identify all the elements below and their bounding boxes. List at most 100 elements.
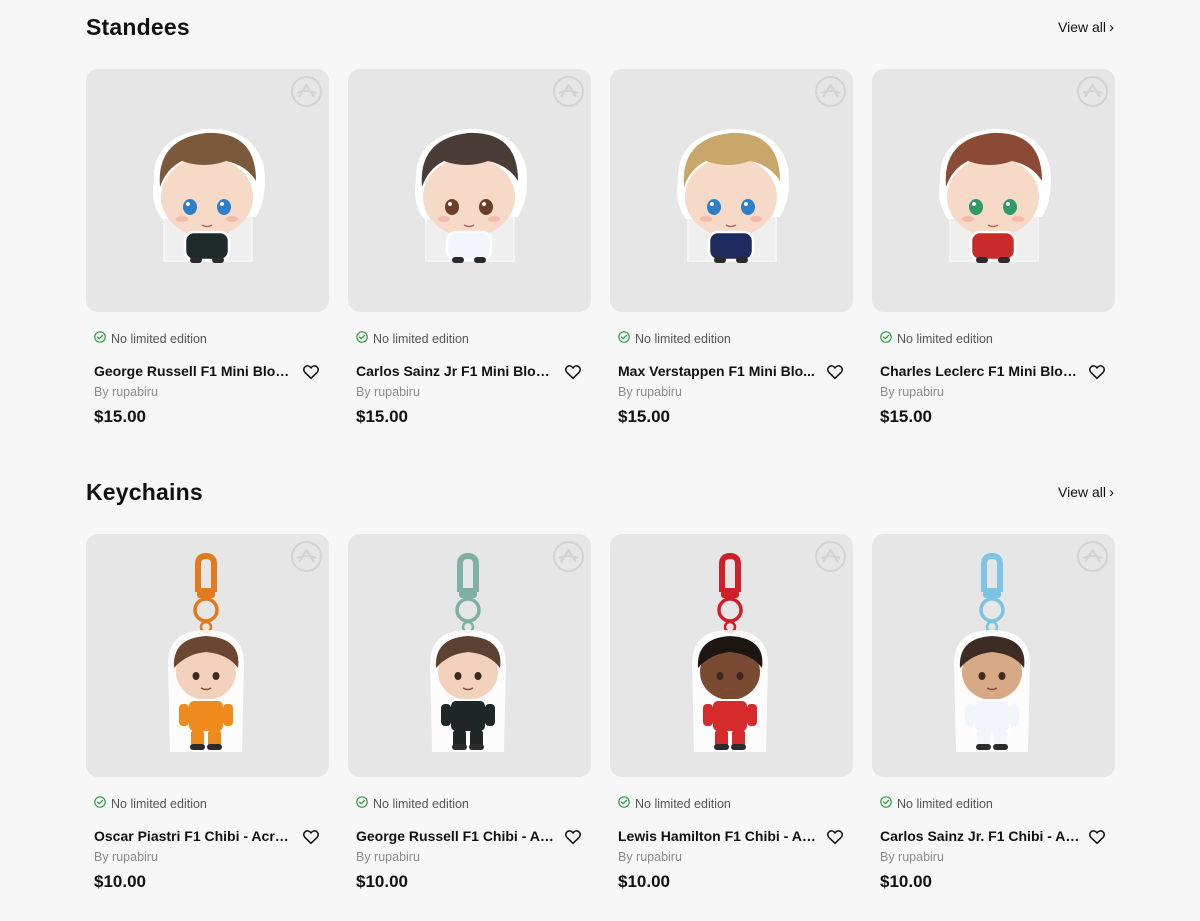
- product-name-link[interactable]: Max Verstappen F1 Mini Blo...: [618, 363, 818, 379]
- heart-icon[interactable]: [564, 363, 582, 381]
- heart-icon[interactable]: [564, 828, 582, 846]
- creator-byline: By rupabiru: [94, 850, 158, 864]
- product-card[interactable]: No limited edition Charles Leclerc F1 Mi…: [872, 69, 1115, 429]
- check-circle-icon: [880, 796, 892, 811]
- check-circle-icon: [618, 331, 630, 346]
- product-name-link[interactable]: Charles Leclerc F1 Mini Bloc...: [880, 363, 1080, 379]
- edition-status: No limited edition: [356, 331, 469, 346]
- edition-status: No limited edition: [356, 796, 469, 811]
- edition-label: No limited edition: [111, 331, 207, 346]
- product-name-link[interactable]: Oscar Piastri F1 Chibi - Acryl...: [94, 828, 294, 844]
- section-title: Standees: [86, 14, 190, 40]
- edition-status: No limited edition: [94, 331, 207, 346]
- view-all-standees-link[interactable]: View all ›: [1058, 19, 1114, 35]
- edition-label: No limited edition: [111, 796, 207, 811]
- heart-icon[interactable]: [826, 363, 844, 381]
- section-header: Standees View all ›: [86, 0, 1114, 60]
- keychain-illustration: [168, 552, 244, 752]
- edition-label: No limited edition: [635, 796, 731, 811]
- standee-illustration: [939, 128, 1051, 263]
- product-price: $10.00: [618, 872, 670, 891]
- keychains-section: Keychains View all › No limited edition …: [86, 465, 1115, 891]
- product-grid: No limited edition George Russell F1 Min…: [86, 69, 1115, 429]
- product-thumbnail[interactable]: [86, 69, 329, 312]
- heart-icon[interactable]: [302, 828, 320, 846]
- product-price: $10.00: [356, 872, 408, 891]
- view-all-label: View all: [1058, 484, 1106, 500]
- edition-status: No limited edition: [880, 796, 993, 811]
- brand-watermark-icon: [1077, 541, 1108, 572]
- section-title: Keychains: [86, 479, 203, 505]
- product-card[interactable]: No limited edition Lewis Hamilton F1 Chi…: [610, 534, 853, 894]
- chevron-right-icon: ›: [1109, 483, 1114, 501]
- product-thumbnail[interactable]: [348, 534, 591, 777]
- product-price: $15.00: [880, 407, 932, 426]
- brand-watermark-icon: [553, 76, 584, 107]
- brand-watermark-icon: [291, 76, 322, 107]
- edition-label: No limited edition: [897, 796, 993, 811]
- product-card[interactable]: No limited edition George Russell F1 Min…: [86, 69, 329, 429]
- standee-illustration: [415, 128, 527, 263]
- product-card[interactable]: No limited edition Oscar Piastri F1 Chib…: [86, 534, 329, 894]
- brand-watermark-icon: [291, 541, 322, 572]
- edition-label: No limited edition: [373, 331, 469, 346]
- keychain-illustration: [692, 552, 768, 752]
- edition-label: No limited edition: [373, 796, 469, 811]
- brand-watermark-icon: [815, 76, 846, 107]
- brand-watermark-icon: [553, 541, 584, 572]
- product-name-link[interactable]: Lewis Hamilton F1 Chibi - Ac...: [618, 828, 818, 844]
- edition-label: No limited edition: [897, 331, 993, 346]
- product-grid: No limited edition Oscar Piastri F1 Chib…: [86, 534, 1115, 894]
- check-circle-icon: [94, 331, 106, 346]
- check-circle-icon: [356, 796, 368, 811]
- brand-watermark-icon: [815, 541, 846, 572]
- brand-watermark-icon: [1077, 76, 1108, 107]
- product-price: $10.00: [880, 872, 932, 891]
- product-price: $15.00: [618, 407, 670, 426]
- edition-status: No limited edition: [618, 796, 731, 811]
- standee-illustration: [677, 128, 789, 263]
- product-card[interactable]: No limited edition Max Verstappen F1 Min…: [610, 69, 853, 429]
- heart-icon[interactable]: [1088, 828, 1106, 846]
- product-thumbnail[interactable]: [872, 534, 1115, 777]
- check-circle-icon: [94, 796, 106, 811]
- product-card[interactable]: No limited edition Carlos Sainz Jr. F1 C…: [872, 534, 1115, 894]
- heart-icon[interactable]: [1088, 363, 1106, 381]
- view-all-keychains-link[interactable]: View all ›: [1058, 484, 1114, 500]
- product-price: $15.00: [94, 407, 146, 426]
- product-page: Standees View all › No limited edition G…: [0, 0, 1200, 921]
- creator-byline: By rupabiru: [94, 385, 158, 399]
- keychain-illustration: [954, 552, 1030, 752]
- edition-status: No limited edition: [618, 331, 731, 346]
- check-circle-icon: [618, 796, 630, 811]
- check-circle-icon: [356, 331, 368, 346]
- heart-icon[interactable]: [302, 363, 320, 381]
- edition-status: No limited edition: [880, 331, 993, 346]
- standees-section: Standees View all › No limited edition G…: [86, 0, 1115, 426]
- product-card[interactable]: No limited edition George Russell F1 Chi…: [348, 534, 591, 894]
- creator-byline: By rupabiru: [618, 385, 682, 399]
- creator-byline: By rupabiru: [880, 385, 944, 399]
- product-thumbnail[interactable]: [610, 534, 853, 777]
- product-thumbnail[interactable]: [610, 69, 853, 312]
- product-name-link[interactable]: George Russell F1 Mini Bloc...: [94, 363, 294, 379]
- keychain-illustration: [430, 552, 506, 752]
- check-circle-icon: [880, 331, 892, 346]
- product-price: $15.00: [356, 407, 408, 426]
- product-card[interactable]: No limited edition Carlos Sainz Jr F1 Mi…: [348, 69, 591, 429]
- product-name-link[interactable]: Carlos Sainz Jr F1 Mini Block...: [356, 363, 556, 379]
- edition-label: No limited edition: [635, 331, 731, 346]
- product-name-link[interactable]: George Russell F1 Chibi - Ac...: [356, 828, 556, 844]
- heart-icon[interactable]: [826, 828, 844, 846]
- product-thumbnail[interactable]: [872, 69, 1115, 312]
- product-thumbnail[interactable]: [86, 534, 329, 777]
- creator-byline: By rupabiru: [356, 385, 420, 399]
- creator-byline: By rupabiru: [880, 850, 944, 864]
- edition-status: No limited edition: [94, 796, 207, 811]
- product-thumbnail[interactable]: [348, 69, 591, 312]
- product-name-link[interactable]: Carlos Sainz Jr. F1 Chibi - Ac...: [880, 828, 1080, 844]
- creator-byline: By rupabiru: [356, 850, 420, 864]
- standee-illustration: [153, 128, 265, 263]
- chevron-right-icon: ›: [1109, 18, 1114, 36]
- creator-byline: By rupabiru: [618, 850, 682, 864]
